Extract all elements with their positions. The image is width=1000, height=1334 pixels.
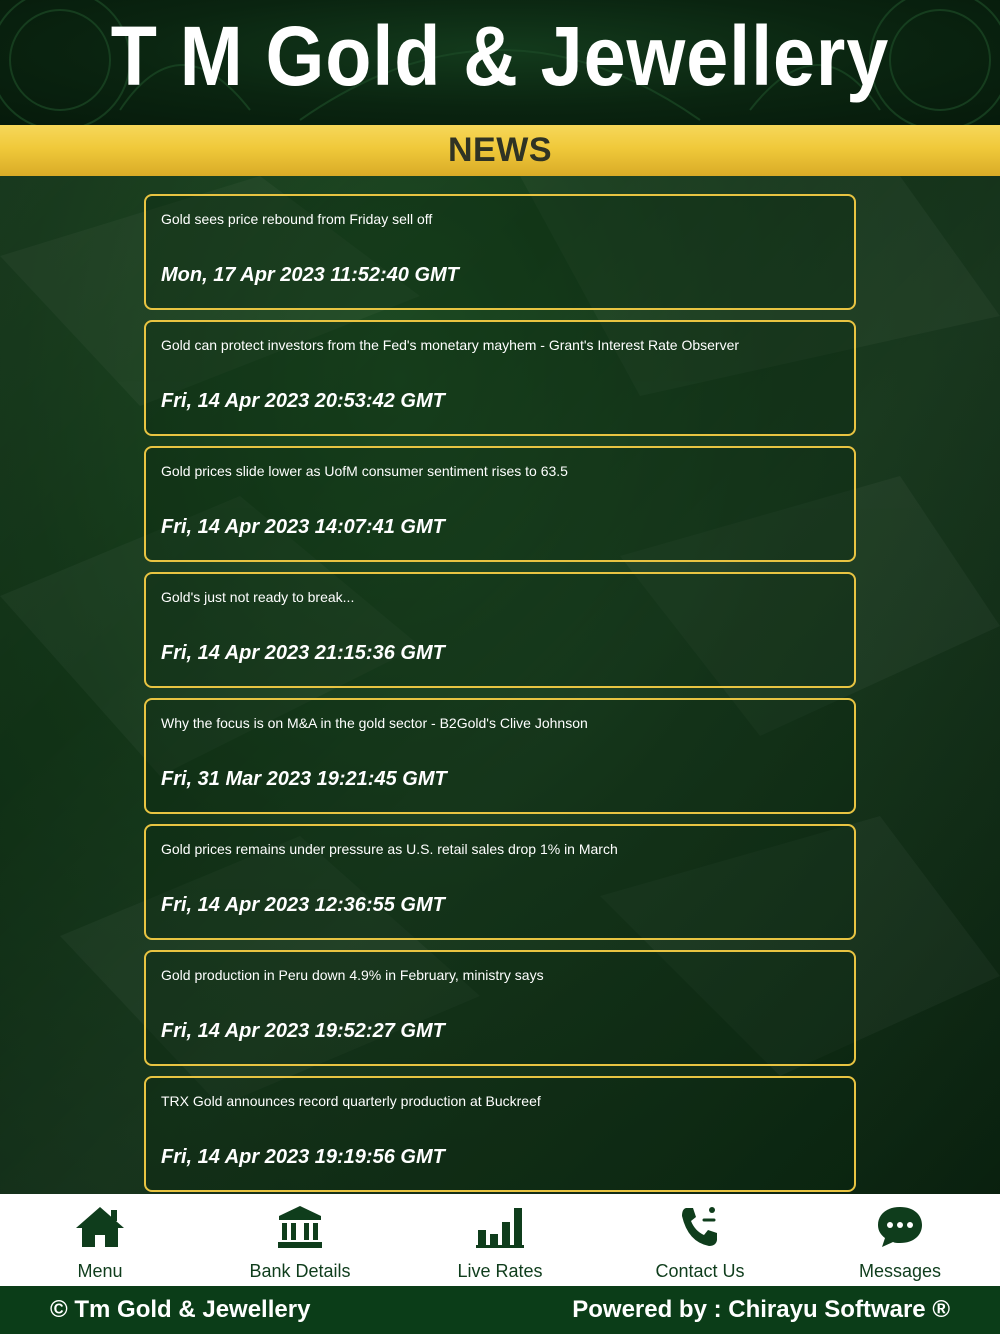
news-banner: NEWS bbox=[0, 125, 1000, 176]
tab-label: Contact Us bbox=[655, 1261, 745, 1281]
news-title: Gold production in Peru down 4.9% in Feb… bbox=[161, 967, 544, 983]
tab-label: Bank Details bbox=[249, 1261, 351, 1281]
news-card[interactable]: Gold's just not ready to break... Fri, 1… bbox=[144, 572, 856, 688]
bank-icon bbox=[278, 1206, 322, 1248]
brand-title: T M Gold & Jewellery bbox=[110, 9, 890, 103]
news-title: Gold's just not ready to break... bbox=[161, 589, 355, 605]
app-header: T M Gold & Jewellery bbox=[0, 0, 1000, 125]
news-date: Fri, 14 Apr 2023 12:36:55 GMT bbox=[161, 894, 445, 916]
tab-label: Messages bbox=[858, 1261, 942, 1281]
news-title: Gold can protect investors from the Fed'… bbox=[161, 337, 740, 353]
tab-live-rates[interactable]: Live Rates bbox=[400, 1194, 600, 1286]
news-date: Fri, 14 Apr 2023 19:19:56 GMT bbox=[161, 1146, 445, 1168]
news-card[interactable]: Why the focus is on M&A in the gold sect… bbox=[144, 698, 856, 814]
bottom-tab-bar: Menu Bank Details Live Rates Contact Us bbox=[0, 1194, 1000, 1286]
phone-icon bbox=[682, 1207, 717, 1246]
bar-chart-icon bbox=[476, 1208, 524, 1248]
news-card[interactable]: TRX Gold announces record quarterly prod… bbox=[144, 1076, 856, 1192]
news-date: Fri, 14 Apr 2023 19:52:27 GMT bbox=[161, 1020, 445, 1042]
news-card[interactable]: Gold can protect investors from the Fed'… bbox=[144, 320, 856, 436]
news-date: Fri, 14 Apr 2023 20:53:42 GMT bbox=[161, 390, 445, 412]
powered-by-text: Powered by : Chirayu Software ® bbox=[572, 1296, 950, 1323]
news-date: Fri, 14 Apr 2023 14:07:41 GMT bbox=[161, 516, 445, 538]
news-card[interactable]: Gold prices slide lower as UofM consumer… bbox=[144, 446, 856, 562]
tab-label: Menu bbox=[77, 1261, 123, 1281]
copyright-text: © Tm Gold & Jewellery bbox=[50, 1296, 311, 1323]
news-card[interactable]: Gold sees price rebound from Friday sell… bbox=[144, 194, 856, 310]
news-date: Fri, 14 Apr 2023 21:15:36 GMT bbox=[161, 642, 445, 664]
tab-contact-us[interactable]: Contact Us bbox=[600, 1194, 800, 1286]
tab-label: Live Rates bbox=[457, 1261, 543, 1281]
tab-bank-details[interactable]: Bank Details bbox=[200, 1194, 400, 1286]
news-title: TRX Gold announces record quarterly prod… bbox=[161, 1093, 541, 1109]
news-card[interactable]: Gold production in Peru down 4.9% in Feb… bbox=[144, 950, 856, 1066]
chat-icon bbox=[878, 1207, 922, 1247]
home-icon bbox=[76, 1207, 124, 1247]
news-list: Gold sees price rebound from Friday sell… bbox=[144, 194, 856, 1194]
news-card[interactable]: Gold prices remains under pressure as U.… bbox=[144, 824, 856, 940]
news-title: Why the focus is on M&A in the gold sect… bbox=[161, 715, 588, 731]
news-title: Gold prices slide lower as UofM consumer… bbox=[161, 463, 568, 479]
news-date: Mon, 17 Apr 2023 11:52:40 GMT bbox=[161, 264, 459, 286]
tab-messages[interactable]: Messages bbox=[800, 1194, 1000, 1286]
news-content[interactable]: Gold sees price rebound from Friday sell… bbox=[0, 176, 1000, 1194]
news-title: Gold sees price rebound from Friday sell… bbox=[161, 211, 433, 227]
news-date: Fri, 31 Mar 2023 19:21:45 GMT bbox=[161, 768, 447, 790]
app-footer: © Tm Gold & Jewellery Powered by : Chira… bbox=[0, 1286, 1000, 1334]
news-title: Gold prices remains under pressure as U.… bbox=[161, 841, 618, 857]
tab-menu[interactable]: Menu bbox=[0, 1194, 200, 1286]
page-title: NEWS bbox=[448, 131, 552, 169]
